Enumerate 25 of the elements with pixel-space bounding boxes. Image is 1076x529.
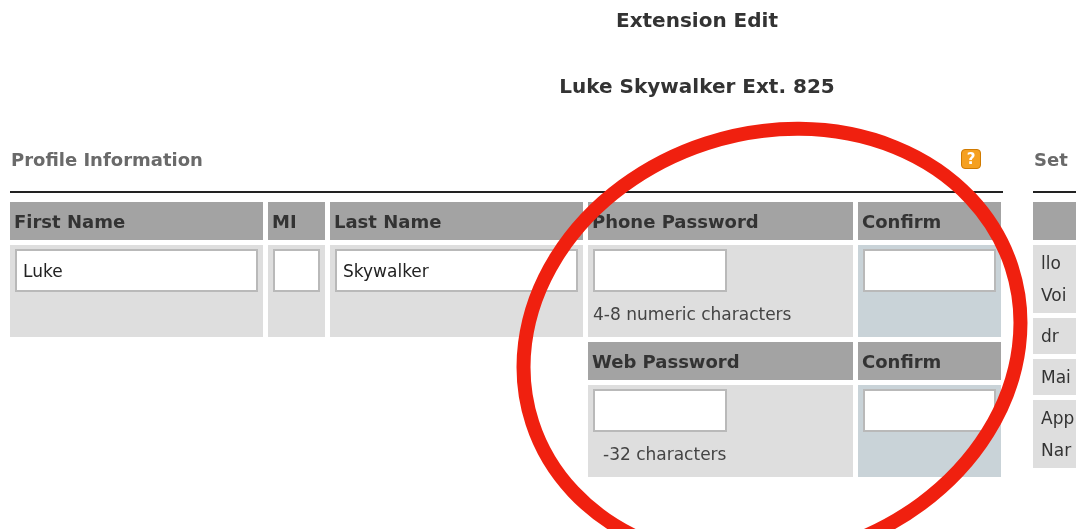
section-heading: Profile Information — [10, 149, 203, 170]
text-field[interactable]: Skywalker — [335, 249, 578, 292]
column-header: MI — [268, 202, 325, 240]
column-header: First Name — [10, 202, 263, 240]
setting-label: llo — [1041, 253, 1062, 273]
password-field[interactable] — [593, 249, 727, 292]
column-header: Web Password — [588, 342, 853, 380]
field-hint: -32 characters — [602, 444, 727, 464]
section-heading: Set — [1033, 149, 1068, 170]
page-subtitle: Luke Skywalker Ext. 825 — [559, 74, 835, 98]
field-hint: 4-8 numeric characters — [593, 304, 792, 324]
setting-label: dr — [1041, 326, 1060, 346]
setting-label: Mai — [1041, 367, 1072, 387]
setting-label: Nar — [1041, 440, 1073, 460]
column-header: Phone Password — [588, 202, 853, 240]
text-field[interactable] — [273, 249, 320, 292]
column-header: Confirm — [858, 342, 1001, 380]
page-title: Extension Edit — [616, 8, 778, 32]
setting-label: App — [1041, 408, 1076, 428]
password-field[interactable] — [593, 389, 727, 432]
confirm-field[interactable] — [863, 249, 996, 292]
column-header: Last Name — [330, 202, 583, 240]
text-field[interactable]: Luke — [15, 249, 258, 292]
confirm-field[interactable] — [863, 389, 996, 432]
setting-label: Voi — [1041, 285, 1068, 305]
